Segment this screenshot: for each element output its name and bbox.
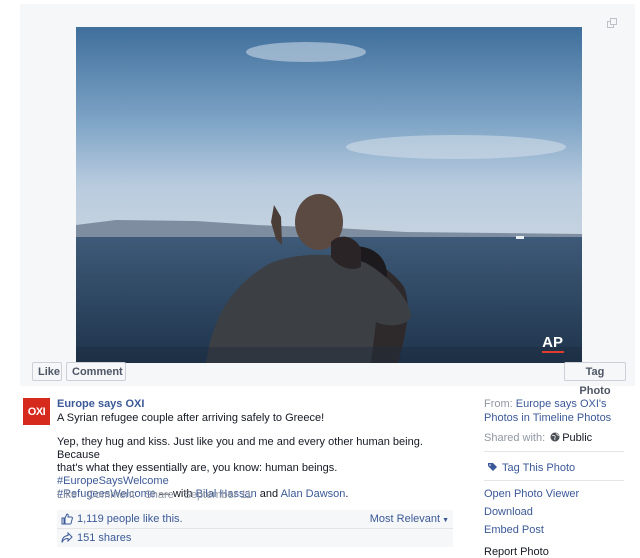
photo-source: From: Europe says OXI's Photos in Timeli… [484,398,634,426]
open-photo-viewer-link[interactable]: Open Photo Viewer [484,488,579,500]
globe-icon [550,432,560,442]
embed-post-link[interactable]: Embed Post [484,524,544,536]
ap-watermark: AP [542,334,563,351]
body-line-1: Yep, they hug and kiss. Just like you an… [57,436,423,461]
sort-label: Most Relevant [369,513,441,525]
expand-icon[interactable] [607,18,617,28]
sep-1: · [77,489,87,501]
tag-this-photo-link[interactable]: Tag This Photo [488,462,575,474]
post-actions: Like · Comment · Share · September 11 [57,489,252,501]
caret-down-icon: ▼ [442,517,449,524]
privacy-public[interactable]: Public [562,432,592,444]
page-name-link[interactable]: Europe says OXI [57,398,144,410]
likes-bar: 1,119 people like this. Most Relevant ▼ [57,510,453,529]
like-photo-button[interactable]: Like [32,362,62,381]
tag-photo-button[interactable]: Tag Photo [564,362,626,397]
sidebar-divider-2 [484,480,624,481]
shares-bar: 151 shares [57,529,453,547]
share-link[interactable]: Share [144,489,173,501]
thumbs-up-icon [61,513,73,525]
likes-count[interactable]: 1,119 people like this. [77,513,183,525]
from-link-album[interactable]: Photos in Timeline Photos [484,412,611,424]
like-link[interactable]: Like [57,489,77,501]
photo-image: AP [76,27,582,363]
comment-link[interactable]: Comment [87,489,135,501]
sort-dropdown[interactable]: Most Relevant ▼ [370,513,449,525]
report-photo-link[interactable]: Report Photo [484,546,549,558]
post-caption: A Syrian refugee couple after arriving s… [57,412,325,424]
end-text: . [345,488,349,500]
shares-count[interactable]: 151 shares [77,532,131,544]
page-avatar[interactable]: OXI [23,398,50,425]
download-link[interactable]: Download [484,506,533,518]
comment-photo-button[interactable]: Comment [66,362,126,381]
shared-with-label: Shared with: [484,432,549,444]
tagged-alan-dawson[interactable]: Alan Dawson [281,488,346,500]
body-line-2: that's what they essentially are, you kn… [57,462,338,474]
hashtag-europe-says-welcome[interactable]: #EuropeSaysWelcome [57,475,169,487]
sep-3: · [173,489,184,501]
tag-this-label: Tag This Photo [502,462,576,474]
post-photo[interactable]: AP [76,27,582,363]
from-label: From: [484,398,516,410]
tag-icon [488,463,497,471]
sidebar-divider-1 [484,451,624,452]
shared-with: Shared with: Public [484,432,592,444]
post-date[interactable]: September 11 [184,489,252,501]
avatar-text: OXI [27,405,46,418]
and-text: and [256,488,281,500]
from-link-page[interactable]: Europe says OXI's [516,398,607,410]
share-icon [61,532,73,543]
sep-2: · [134,489,145,501]
